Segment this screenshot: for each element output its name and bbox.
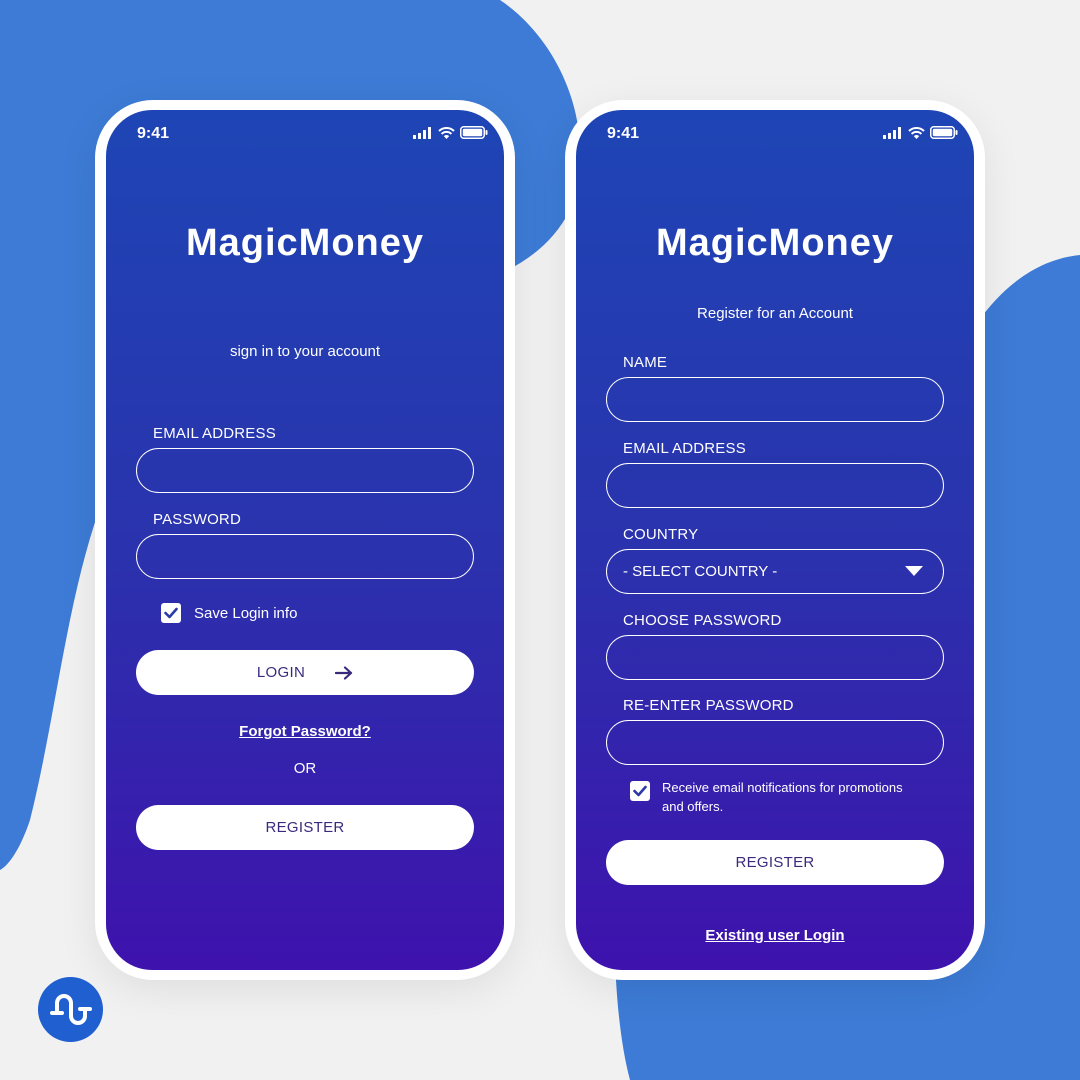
or-separator: OR (293, 760, 317, 777)
status-bar: 9:41 (576, 110, 974, 160)
save-login-checkbox[interactable] (161, 603, 181, 623)
register-subtitle: Register for an Account (697, 305, 853, 322)
country-label: COUNTRY (623, 526, 699, 543)
password-label: PASSWORD (153, 511, 241, 528)
promo-label-line2: and offers. (662, 799, 724, 814)
status-bar: 9:41 (106, 110, 504, 160)
promo-checkbox[interactable] (630, 781, 650, 801)
forgot-password-link[interactable]: Forgot Password? (106, 723, 504, 740)
choose-password-input[interactable] (606, 635, 944, 680)
reenter-password-label: RE-ENTER PASSWORD (623, 697, 794, 714)
battery-icon (930, 126, 958, 139)
wifi-icon (908, 126, 925, 139)
name-label: NAME (623, 354, 668, 371)
register-button-label: REGISTER (735, 854, 815, 871)
login-screen: 9:41 MagicMoney sign in to your account … (106, 110, 504, 970)
promo-label: Receive email notifications for promotio… (662, 778, 942, 816)
checkmark-icon (164, 607, 178, 619)
register-phone-frame: 9:41 MagicMoney Register for an Account … (565, 100, 985, 980)
country-select[interactable]: - SELECT COUNTRY - (606, 549, 944, 594)
arrow-right-icon (335, 665, 353, 680)
email-label: EMAIL ADDRESS (623, 440, 746, 457)
status-icons (413, 126, 488, 139)
status-time: 9:41 (607, 125, 640, 142)
login-button-label: LOGIN (256, 664, 306, 681)
register-button[interactable]: REGISTER (606, 840, 944, 885)
name-input[interactable] (606, 377, 944, 422)
register-screen: 9:41 MagicMoney Register for an Account … (576, 110, 974, 970)
reenter-password-input[interactable] (606, 720, 944, 765)
register-button[interactable]: REGISTER (136, 805, 474, 850)
country-select-value: - SELECT COUNTRY - (623, 563, 778, 580)
promo-label-line1: Receive email notifications for promotio… (662, 780, 903, 795)
email-input[interactable] (136, 448, 474, 493)
app-brand-title: MagicMoney (655, 222, 895, 264)
checkmark-icon (633, 785, 647, 797)
signal-icon (413, 126, 431, 139)
choose-password-label: CHOOSE PASSWORD (623, 612, 782, 629)
password-input[interactable] (136, 534, 474, 579)
status-icons (883, 126, 958, 139)
register-button-label: REGISTER (265, 819, 345, 836)
brand-logo-icon (38, 977, 103, 1042)
email-input[interactable] (606, 463, 944, 508)
signal-icon (883, 126, 901, 139)
login-phone-frame: 9:41 MagicMoney sign in to your account … (95, 100, 515, 980)
login-button[interactable]: LOGIN (136, 650, 474, 695)
app-brand-title: MagicMoney (185, 222, 425, 264)
login-subtitle: sign in to your account (229, 343, 381, 360)
save-login-label: Save Login info (194, 605, 298, 622)
existing-user-login-link[interactable]: Existing user Login (576, 927, 974, 944)
email-label: EMAIL ADDRESS (153, 425, 276, 442)
dropdown-triangle-icon (905, 566, 923, 576)
status-time: 9:41 (137, 125, 170, 142)
wifi-icon (438, 126, 455, 139)
battery-icon (460, 126, 488, 139)
